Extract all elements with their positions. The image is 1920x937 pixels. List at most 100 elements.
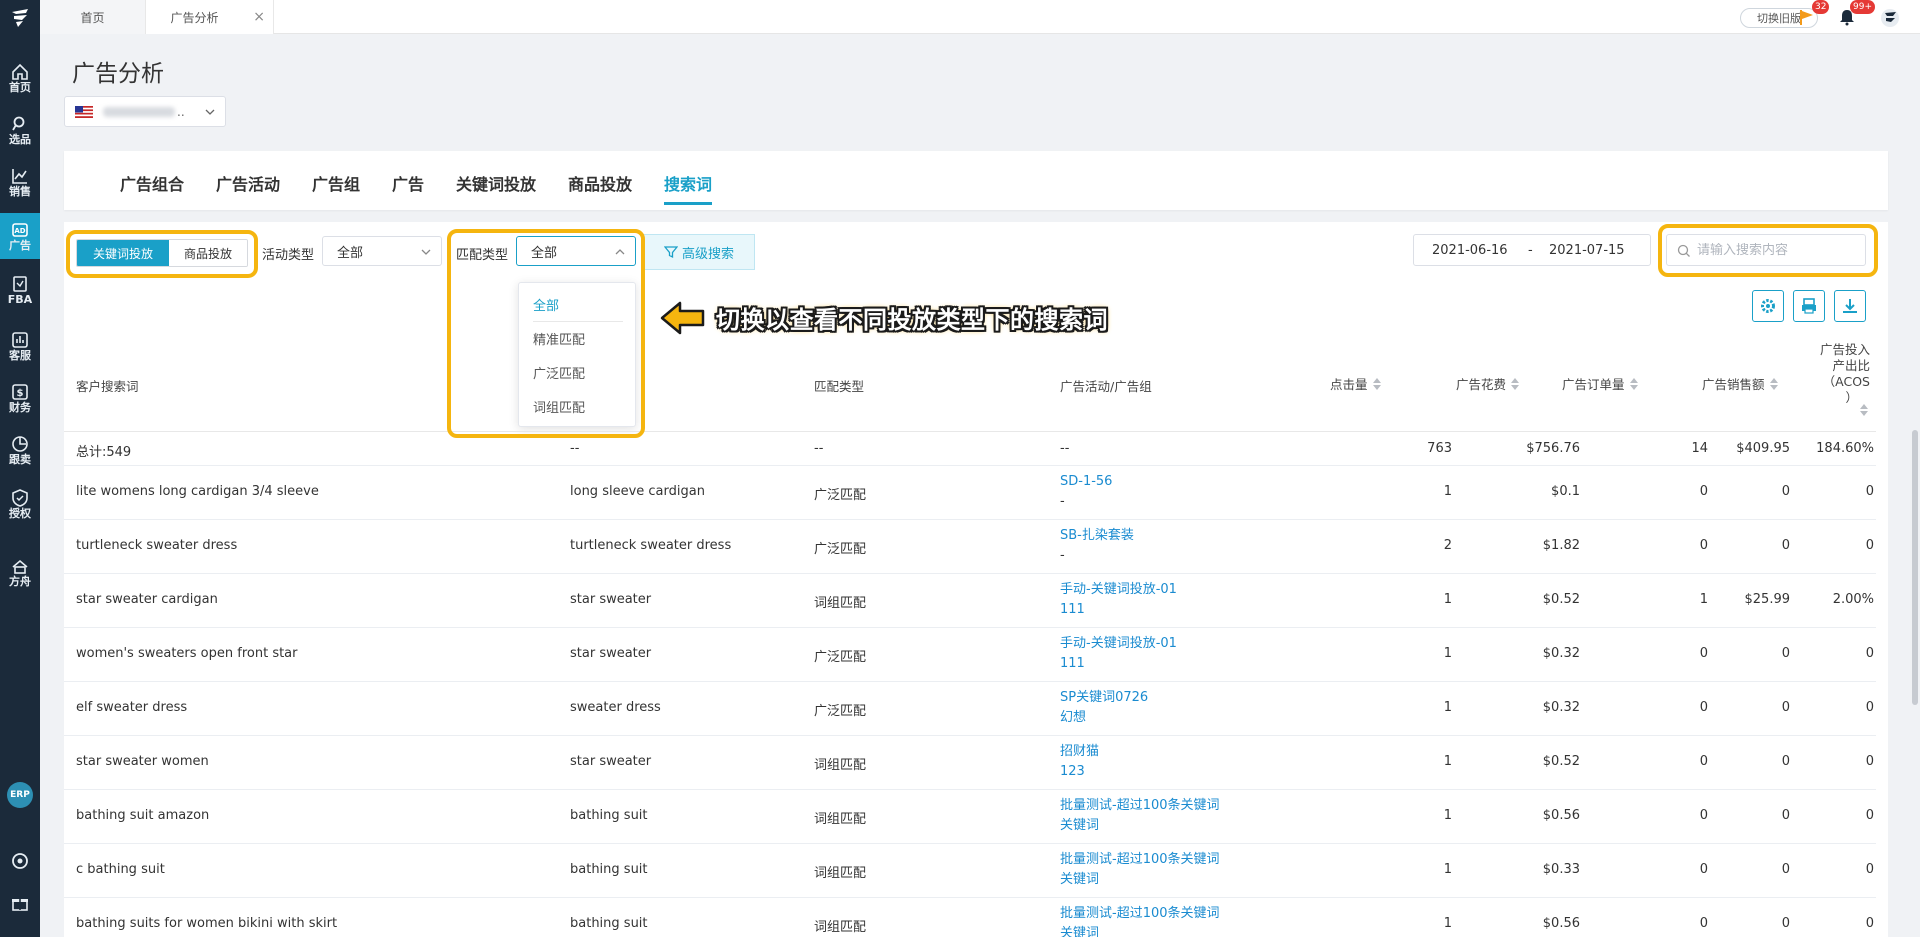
cell-campaign[interactable]: 手动-关键词投放-01 111: [1060, 634, 1177, 674]
cell-campaign[interactable]: SP关键词0726 幻想: [1060, 688, 1148, 728]
fba-icon: [13, 275, 27, 292]
store-select[interactable]: ..: [64, 96, 226, 127]
cell-match-type: 词组匹配: [814, 596, 867, 611]
sort-icon[interactable]: [1511, 377, 1520, 390]
tab-ad[interactable]: 广告: [392, 171, 424, 195]
campaign-link[interactable]: 批量测试-超过100条关键词: [1060, 904, 1220, 924]
total-spend: $756.76: [1526, 441, 1580, 456]
sidebar-item-service[interactable]: 客服: [0, 323, 40, 369]
col-label: 广告订单量: [1562, 377, 1625, 392]
dropdown-option-all[interactable]: 全部: [533, 295, 559, 314]
activity-type-select[interactable]: 全部: [322, 236, 442, 266]
cell-keyword: star sweater: [570, 754, 652, 769]
tab-portfolio[interactable]: 广告组合: [120, 171, 184, 195]
col-label: 广告花费: [1456, 377, 1507, 392]
annotation: 切换以查看不同投放类型下的搜索词: [660, 300, 1108, 335]
ad-group-link[interactable]: 幻想: [1060, 708, 1148, 728]
match-type-select[interactable]: 全部: [516, 236, 636, 266]
ad-group-link[interactable]: 关键词: [1060, 816, 1220, 836]
cell-match-type: 词组匹配: [814, 866, 867, 881]
sidebar-item-label: 首页: [9, 80, 31, 94]
ad-group-link[interactable]: 111: [1060, 654, 1177, 674]
col-acos[interactable]: 广告投入 产出比 （ACOS ）: [1810, 342, 1870, 416]
ad-group-link[interactable]: 123: [1060, 762, 1099, 782]
cell-campaign[interactable]: 招财猫 123: [1060, 742, 1099, 782]
table-row: star sweater women star sweater 词组匹配 招财猫 123…: [64, 736, 1876, 790]
cell-acos: 0: [1865, 484, 1874, 499]
col-clicks[interactable]: 点击量: [1330, 374, 1381, 393]
filter-icon: [663, 246, 678, 259]
date-range-picker[interactable]: 2021-06-16 - 2021-07-15: [1413, 234, 1651, 266]
tab-ad-analysis[interactable]: 广告分析 ×: [146, 0, 274, 34]
tab-search-terms[interactable]: 搜索词: [664, 171, 713, 205]
sidebar-item-auth[interactable]: 授权: [0, 481, 40, 527]
cell-campaign[interactable]: 批量测试-超过100条关键词 关键词: [1060, 850, 1220, 890]
col-spend[interactable]: 广告花费: [1456, 374, 1520, 393]
cell-spend: $0.52: [1542, 754, 1580, 769]
scrollbar[interactable]: [1912, 430, 1918, 705]
col-orders[interactable]: 广告订单量: [1562, 374, 1638, 393]
sidebar-item-ark[interactable]: 方舟: [0, 549, 40, 595]
table-header: 客户搜索词 匹配类型 广告活动/广告组 点击量 广告花费 广告订单量 广告销售额…: [64, 338, 1876, 432]
sort-icon[interactable]: [1372, 377, 1381, 390]
support-icon[interactable]: [11, 852, 29, 870]
campaign-link[interactable]: 招财猫: [1060, 742, 1099, 762]
cell-keyword: star sweater: [570, 592, 652, 607]
cell-campaign[interactable]: 批量测试-超过100条关键词 关键词: [1060, 796, 1220, 836]
tab-ad-group[interactable]: 广告组: [312, 171, 360, 195]
settings-button[interactable]: [1752, 290, 1784, 322]
sidebar-item-home[interactable]: 首页: [0, 55, 40, 101]
cell-clicks: 1: [1443, 916, 1452, 931]
sidebar-item-ad[interactable]: AD 广告: [0, 213, 40, 259]
cell-campaign[interactable]: SB-扎染套装 -: [1060, 526, 1134, 566]
ad-group-link[interactable]: 111: [1060, 600, 1177, 620]
cell-campaign[interactable]: SD-1-56 -: [1060, 472, 1112, 512]
sidebar-item-label: 跟卖: [9, 452, 31, 466]
print-button[interactable]: [1793, 290, 1825, 322]
col-label: 广告销售额: [1702, 377, 1765, 392]
cell-keyword: star sweater: [570, 646, 652, 661]
tab-home[interactable]: 首页: [40, 0, 146, 34]
sidebar-item-follow[interactable]: 跟卖: [0, 427, 40, 473]
cell-spend: $0.52: [1542, 592, 1580, 607]
campaign-link[interactable]: SP关键词0726: [1060, 688, 1148, 708]
campaign-link[interactable]: 批量测试-超过100条关键词: [1060, 850, 1220, 870]
cell-campaign[interactable]: 批量测试-超过100条关键词 关键词: [1060, 904, 1220, 937]
ad-group-link[interactable]: 关键词: [1060, 924, 1220, 937]
search-input[interactable]: [1697, 242, 1857, 258]
avatar[interactable]: [1880, 8, 1900, 28]
ad-group-link[interactable]: 关键词: [1060, 870, 1220, 890]
sidebar-item-finance[interactable]: $ 财务: [0, 375, 40, 421]
sidebar-item-search[interactable]: 选品: [0, 107, 40, 153]
erp-badge[interactable]: ERP: [7, 782, 33, 808]
col-sales[interactable]: 广告销售额: [1702, 374, 1778, 393]
cell-clicks: 1: [1443, 646, 1452, 661]
sidebar-item-chart[interactable]: 销售: [0, 159, 40, 205]
cell-orders: 0: [1699, 646, 1708, 661]
campaign-link[interactable]: SB-扎染套装: [1060, 526, 1134, 546]
campaign-link[interactable]: 手动-关键词投放-01: [1060, 580, 1177, 600]
close-icon[interactable]: ×: [253, 9, 265, 25]
cell-match-type: 词组匹配: [814, 812, 867, 827]
cell-campaign[interactable]: 手动-关键词投放-01 111: [1060, 580, 1177, 620]
tab-product-targeting[interactable]: 商品投放: [568, 171, 632, 195]
sort-icon[interactable]: [1629, 377, 1638, 390]
tab-campaign[interactable]: 广告活动: [216, 171, 280, 195]
top-tab-bar: 首页 广告分析 × 切换旧版 32 99+: [40, 0, 1920, 34]
sidebar-item-fba[interactable]: FBA: [0, 267, 40, 313]
cell-keyword: bathing suit: [570, 916, 648, 931]
tab-keyword-targeting[interactable]: 关键词投放: [456, 171, 536, 195]
advanced-search-button[interactable]: 高级搜索: [643, 234, 755, 270]
campaign-link[interactable]: SD-1-56: [1060, 472, 1112, 492]
sort-icon[interactable]: [1860, 404, 1868, 416]
campaign-link[interactable]: 批量测试-超过100条关键词: [1060, 796, 1220, 816]
sidebar-item-label: 客服: [9, 348, 31, 362]
dropdown-divider: [533, 321, 623, 322]
gift-icon[interactable]: [11, 894, 29, 912]
cell-acos: 0: [1865, 646, 1874, 661]
product-targeting-toggle[interactable]: 商品投放: [169, 240, 247, 266]
campaign-link[interactable]: 手动-关键词投放-01: [1060, 634, 1177, 654]
sort-icon[interactable]: [1769, 377, 1778, 390]
download-button[interactable]: [1834, 290, 1866, 322]
keyword-targeting-toggle[interactable]: 关键词投放: [77, 240, 169, 266]
